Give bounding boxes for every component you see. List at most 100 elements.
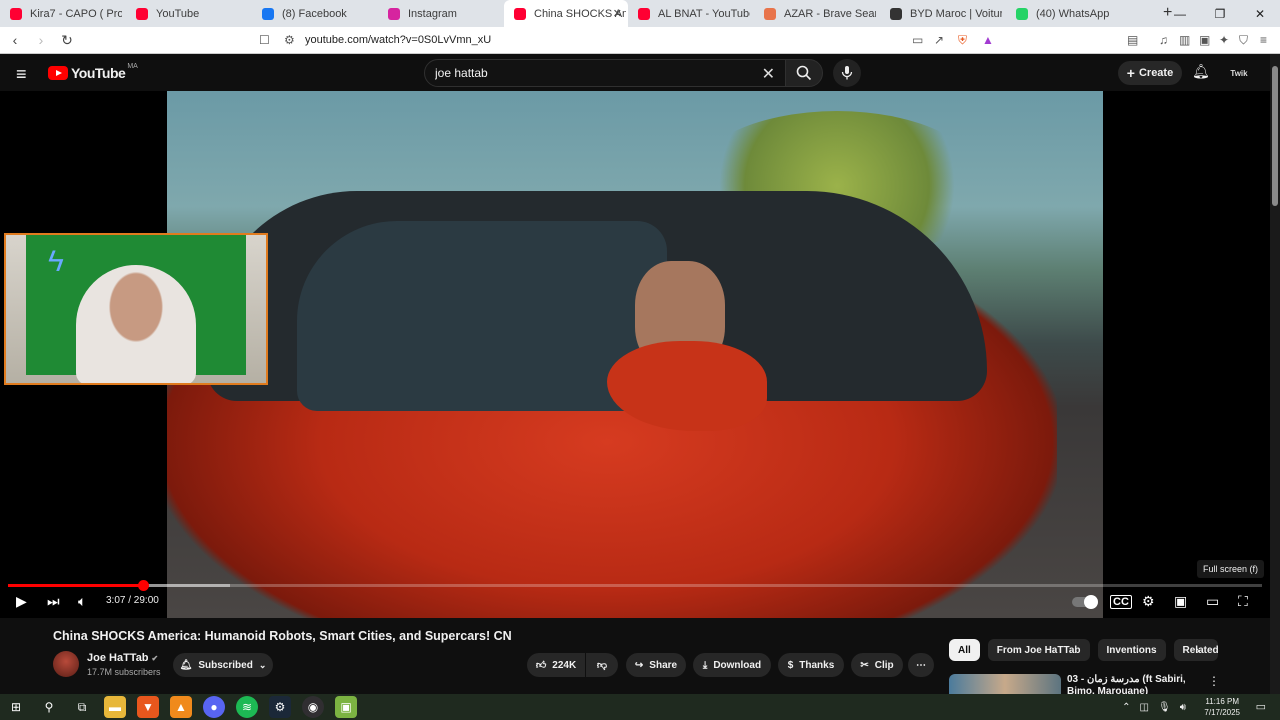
mic-tray-icon[interactable]: 🎙︎ xyxy=(1158,702,1171,713)
youtube-logo[interactable]: YouTube MA xyxy=(48,63,138,81)
browser-tab[interactable]: YouTube xyxy=(126,0,252,27)
create-label: Create xyxy=(1138,67,1174,79)
autoplay-toggle[interactable] xyxy=(1072,595,1098,609)
miniplayer-icon[interactable]: ▣ xyxy=(1174,593,1187,610)
notifications-icon[interactable]: ▭ xyxy=(1256,700,1266,713)
vlc-icon[interactable]: ▲ xyxy=(170,696,192,718)
menu-icon[interactable]: ≡ xyxy=(1260,33,1267,47)
browser-tab[interactable]: Instagram xyxy=(378,0,504,27)
voice-search-button[interactable] xyxy=(833,59,861,87)
recommended-more-icon[interactable]: ⋮ xyxy=(1208,674,1220,688)
notifications-bell-icon[interactable]: 🔔︎ xyxy=(1192,63,1210,80)
chip-all[interactable]: All xyxy=(949,639,980,661)
clip-label: Clip xyxy=(874,659,894,671)
wallet-icon[interactable]: ▣ xyxy=(1199,33,1210,47)
minimize-button[interactable]: — xyxy=(1160,0,1200,27)
account-avatar[interactable]: Twik xyxy=(1228,63,1250,83)
speaker-icon[interactable]: 🔊︎ xyxy=(1180,702,1186,713)
verified-badge-icon: ✔ xyxy=(151,654,159,663)
fullscreen-tooltip: Full screen (f) xyxy=(1197,560,1265,578)
clear-search-icon[interactable]: ✕ xyxy=(762,64,775,84)
search-button[interactable] xyxy=(785,59,823,87)
steam-icon[interactable]: ⚙ xyxy=(269,696,291,718)
sidebar-toggle-icon[interactable]: ▥ xyxy=(1179,33,1190,47)
taskbar-clock[interactable]: 11:16 PM 7/17/2025 xyxy=(1204,696,1240,718)
scrubber-knob[interactable] xyxy=(138,580,150,591)
file-explorer-icon[interactable]: ▬ xyxy=(104,696,126,718)
vpn-icon[interactable]: ⛉ xyxy=(1239,33,1248,48)
browser-tab[interactable]: BYD Maroc | Voiture Électi xyxy=(880,0,1006,27)
share-page-icon[interactable]: ↗ xyxy=(934,33,944,47)
search-input[interactable] xyxy=(435,66,735,80)
chip-from-channel[interactable]: From Joe HaTTab xyxy=(987,639,1090,661)
chip-inventions[interactable]: Inventions xyxy=(1097,639,1166,661)
forward-arrow-icon[interactable]: › xyxy=(30,32,52,48)
brave-shield-icon[interactable]: ⛨ xyxy=(958,33,967,48)
scrollbar-thumb[interactable] xyxy=(1272,66,1278,206)
brave-browser-icon[interactable]: ▼ xyxy=(137,696,159,718)
share-button[interactable]: ↪ Share xyxy=(626,653,686,677)
site-settings-icon[interactable]: ⚙ xyxy=(284,33,295,47)
browser-tab[interactable]: (40) WhatsApp xyxy=(1006,0,1132,27)
leo-ai-icon[interactable]: ✦ xyxy=(1219,33,1229,47)
reload-icon[interactable]: ↻ xyxy=(56,32,78,49)
chips-next-icon[interactable]: › xyxy=(1196,645,1200,657)
windows-start-icon[interactable]: ⊞ xyxy=(5,696,27,718)
dislike-button[interactable]: 👎︎ xyxy=(586,653,618,677)
spotify-icon[interactable]: ≋ xyxy=(236,696,258,718)
more-actions-button[interactable]: ⋯ xyxy=(908,653,934,677)
browser-tab[interactable]: China SHOCKS Americ✕ xyxy=(504,0,628,27)
browser-tab[interactable]: AZAR - Brave Search xyxy=(754,0,880,27)
brave-rewards-icon[interactable]: ▲ xyxy=(982,33,994,47)
restore-button[interactable]: ❐ xyxy=(1200,0,1240,27)
webcam-streamer xyxy=(76,265,196,383)
reader-mode-icon[interactable]: ▤ xyxy=(1127,33,1138,47)
video-frame[interactable] xyxy=(167,91,1103,618)
url-field[interactable]: youtube.com/watch?v=0S0LvVmn_xU xyxy=(305,34,491,46)
channel-avatar[interactable] xyxy=(53,651,79,677)
page-scrollbar[interactable] xyxy=(1270,54,1280,694)
subscribed-label: Subscribed xyxy=(198,659,253,671)
guide-menu-icon[interactable]: ≡ xyxy=(16,64,27,85)
browser-tab[interactable]: Kira7 - CAPO ( Prod by SH xyxy=(0,0,126,27)
video-player[interactable]: ϟ ▶ ⏭ 🔈︎ 3:07 / 29:00 Full screen (f) CC… xyxy=(0,91,1270,618)
tab-title: Instagram xyxy=(408,7,457,20)
bookmark-icon[interactable]: ☐ xyxy=(259,33,270,47)
tab-favicon-icon xyxy=(514,7,526,20)
recommended-title[interactable]: 03 - مدرسة زمان (ft Sabiri, Bimo, Maroua… xyxy=(1067,674,1203,694)
youtube-header: ≡ YouTube MA ✕ + Create 🔔︎ Twik xyxy=(0,54,1270,92)
like-button[interactable]: 👍︎ 224K xyxy=(527,653,585,677)
create-button[interactable]: + Create xyxy=(1118,61,1182,85)
clip-button[interactable]: ✂ Clip xyxy=(851,653,903,677)
volume-icon[interactable]: 🔈︎ xyxy=(78,593,86,610)
play-icon[interactable]: ▶ xyxy=(16,593,27,610)
cast-icon[interactable]: ▭ xyxy=(912,33,923,47)
download-button[interactable]: ⤓ Download xyxy=(693,653,771,677)
discord-icon[interactable]: ● xyxy=(203,696,225,718)
browser-tab[interactable]: (8) Facebook xyxy=(252,0,378,27)
obs-icon[interactable]: ◉ xyxy=(302,696,324,718)
task-view-icon[interactable]: ⧉ xyxy=(71,696,93,718)
theater-mode-icon[interactable]: ▭ xyxy=(1206,593,1219,610)
network-icon[interactable]: ◫ xyxy=(1140,702,1149,713)
channel-name[interactable]: Joe HaTTab ✔ xyxy=(87,652,158,664)
media-icon[interactable]: ♫ xyxy=(1159,33,1168,47)
progress-bar[interactable] xyxy=(8,580,1262,591)
played-bar xyxy=(8,584,144,587)
subscribed-button[interactable]: 🔔︎ Subscribed ⌄ xyxy=(173,653,273,677)
thanks-button[interactable]: $ Thanks xyxy=(778,653,844,677)
fullscreen-icon[interactable]: ⛶ xyxy=(1238,593,1248,610)
subtitles-icon[interactable]: CC xyxy=(1110,595,1132,609)
close-window-button[interactable]: ✕ xyxy=(1240,0,1280,27)
close-tab-icon[interactable]: ✕ xyxy=(613,7,622,20)
tab-title: BYD Maroc | Voiture Électi xyxy=(910,7,1002,20)
browser-tab[interactable]: AL BNAT - YouTube xyxy=(628,0,754,27)
settings-gear-icon[interactable]: ⚙ xyxy=(1142,593,1155,610)
tray-chevron-icon[interactable]: ⌃ xyxy=(1122,702,1130,713)
android-app-icon[interactable]: ▣ xyxy=(335,696,357,718)
thumbs-down-icon: 👎︎ xyxy=(596,660,608,671)
recommended-thumbnail[interactable] xyxy=(949,674,1061,694)
next-video-icon[interactable]: ⏭ xyxy=(47,593,60,610)
back-arrow-icon[interactable]: ‹ xyxy=(4,32,26,48)
taskbar-search-icon[interactable]: ⚲ xyxy=(38,696,60,718)
